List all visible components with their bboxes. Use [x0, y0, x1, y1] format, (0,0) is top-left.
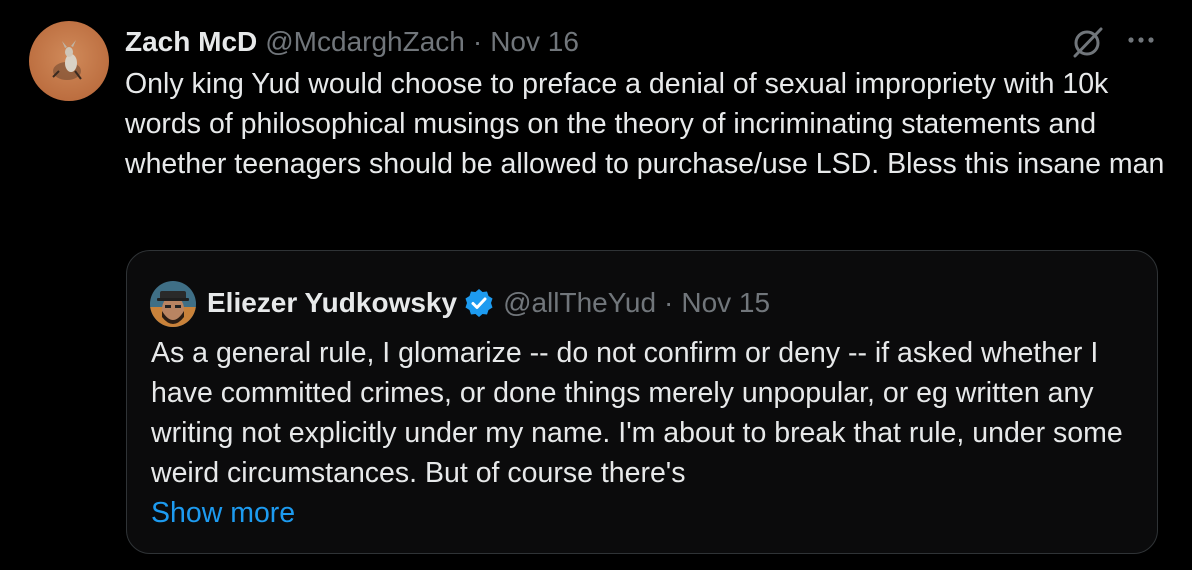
- tweet-date[interactable]: Nov 16: [490, 26, 579, 58]
- separator-dot: ·: [472, 26, 483, 57]
- quoted-tweet-card[interactable]: Eliezer Yudkowsky @allTheYud · Nov 15 As…: [126, 250, 1158, 554]
- avatar-image: [29, 21, 109, 101]
- verified-badge-icon: [465, 289, 493, 317]
- tweet-header: Zach McD @McdarghZach · Nov 16: [125, 22, 579, 62]
- quoted-author-handle[interactable]: @allTheYud: [503, 287, 656, 319]
- quoted-tweet-header: Eliezer Yudkowsky @allTheYud · Nov 15: [207, 281, 770, 325]
- quoted-author-avatar[interactable]: [150, 281, 196, 327]
- tweet-text: Only king Yud would choose to preface a …: [125, 68, 1165, 180]
- more-horizontal-icon[interactable]: [1126, 30, 1156, 50]
- quoted-tweet-date[interactable]: Nov 15: [681, 287, 770, 319]
- quoted-separator-dot: ·: [664, 287, 674, 318]
- quoted-tweet-text: As a general rule, I glomarize -- do not…: [151, 337, 1123, 489]
- author-avatar[interactable]: [29, 21, 109, 101]
- show-more-link[interactable]: Show more: [151, 493, 295, 533]
- quoted-avatar-image: [150, 281, 196, 327]
- author-handle[interactable]: @McdarghZach: [265, 26, 465, 58]
- grok-icon[interactable]: [1070, 26, 1106, 58]
- tweet: Zach McD @McdarghZach · Nov 16 Only king…: [0, 0, 1192, 570]
- author-name[interactable]: Zach McD: [125, 26, 257, 58]
- quoted-author-name[interactable]: Eliezer Yudkowsky: [207, 287, 457, 319]
